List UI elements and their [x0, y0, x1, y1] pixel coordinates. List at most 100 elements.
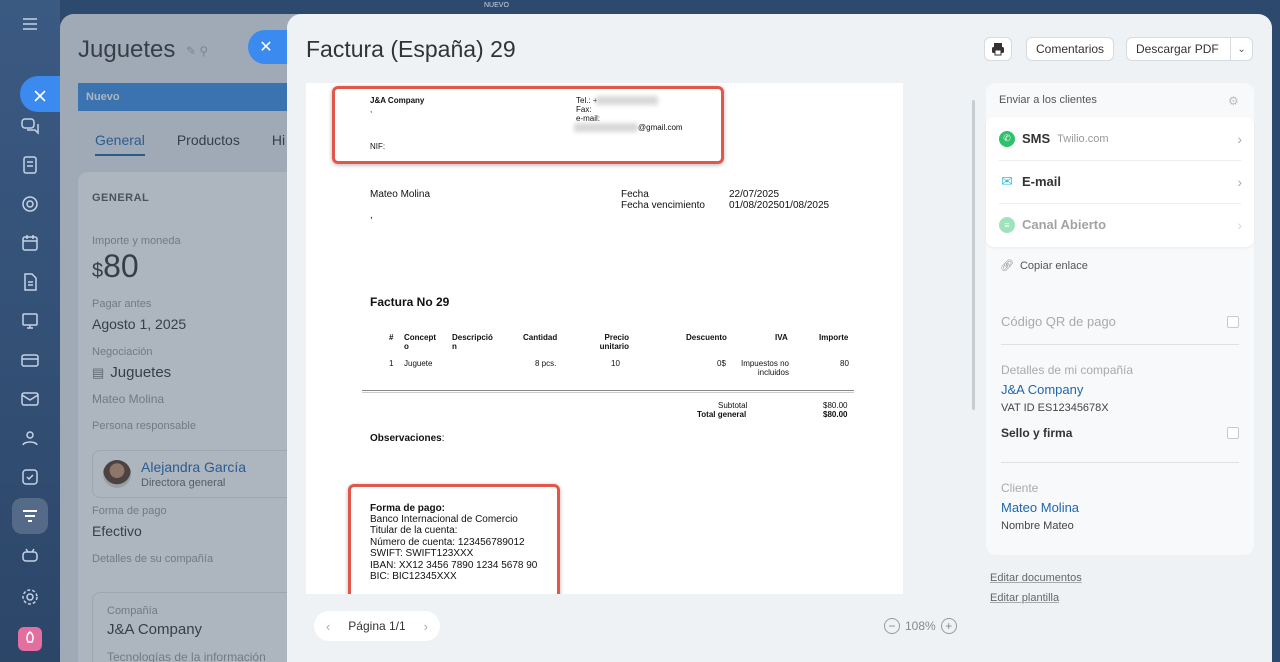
table-divider	[362, 390, 854, 391]
card-icon[interactable]	[18, 348, 42, 372]
copy-link-label: Copiar enlace	[1019, 259, 1088, 272]
rocket-icon[interactable]	[18, 627, 42, 651]
total-value: $80.00	[823, 410, 848, 419]
send-to-clients-card: Enviar a los clientes ⚙ ✆ SMS Twilio.com…	[986, 83, 1254, 313]
robot-icon[interactable]	[18, 543, 42, 567]
whatsapp-icon: ✆	[999, 130, 1015, 147]
rail-close-icon[interactable]	[28, 84, 52, 108]
send-email[interactable]: ✉ E-mail ›	[986, 160, 1254, 203]
doc-heading: Factura No 29	[370, 295, 450, 309]
doc-date: 22/07/2025	[729, 189, 780, 200]
calendar-icon[interactable]	[18, 231, 42, 255]
print-button[interactable]	[984, 37, 1012, 61]
boards-icon[interactable]	[18, 309, 42, 333]
link-icon: 🔗︎	[1000, 260, 1014, 272]
col-quantity: Cantidad	[523, 333, 558, 342]
col-description: Descripció n	[452, 333, 493, 351]
sms-label: SMS	[1022, 131, 1051, 146]
crm-funnel-icon[interactable]	[18, 504, 42, 528]
col-unit-price: Precio unitario	[599, 333, 629, 351]
stamp-checkbox[interactable]	[1227, 427, 1239, 439]
download-pdf-button[interactable]: Descargar PDF ⌄	[1126, 37, 1253, 61]
cell-vat: Impuestos no incluidos	[740, 359, 789, 377]
col-vat: IVA	[775, 333, 788, 342]
envelope-icon: ✉	[1001, 173, 1013, 189]
groups-icon[interactable]	[18, 192, 42, 216]
zoom-level: 108%	[905, 619, 936, 633]
prev-page-icon[interactable]: ‹	[326, 619, 330, 634]
cell-qty: 8 pcs.	[535, 359, 557, 368]
document-options-card: Código QR de pago Detalles de mi compañí…	[986, 299, 1254, 555]
email-label: E-mail	[1022, 174, 1062, 189]
send-channels: ✆ SMS Twilio.com › ✉ E-mail › ≡ Canal Ab…	[986, 117, 1254, 247]
edit-documents-link[interactable]: Editar documentos	[990, 572, 1082, 584]
send-sms[interactable]: ✆ SMS Twilio.com ›	[986, 117, 1254, 160]
doc-client-comma: ,	[370, 210, 373, 221]
page-navigator: ‹ Página 1/1 ›	[314, 611, 440, 641]
notes-label-text: Observaciones	[370, 433, 442, 444]
cell-price: 10	[611, 359, 620, 368]
mail-icon[interactable]	[18, 387, 42, 411]
highlight-payment-box	[348, 484, 560, 594]
doc-date-label: Fecha	[621, 189, 649, 200]
col-amount: Importe	[819, 333, 849, 342]
menu-icon[interactable]	[18, 12, 42, 36]
client-label: Cliente	[1001, 481, 1039, 495]
cell-amount: 80	[840, 359, 849, 368]
col-discount: Descuento	[686, 333, 727, 342]
preview-scrollbar[interactable]	[972, 100, 975, 410]
next-page-icon[interactable]: ›	[424, 619, 428, 634]
doc-due-label: Fecha vencimiento	[621, 200, 705, 211]
subtotal-label: Subtotal	[718, 401, 748, 410]
doc-due: 01/08/202501/08/2025	[729, 200, 830, 211]
settings-icon[interactable]	[18, 585, 42, 609]
client-link[interactable]: Mateo Molina	[1001, 500, 1079, 515]
chat-icon[interactable]	[18, 114, 42, 138]
send-heading: Enviar a los clientes	[999, 94, 1097, 106]
chevron-down-icon[interactable]: ⌄	[1230, 38, 1252, 60]
comments-button[interactable]: Comentarios	[1026, 37, 1115, 61]
zoom-control: − 108% +	[884, 618, 957, 634]
copy-link[interactable]: 🔗︎ Copiar enlace	[1000, 259, 1088, 273]
qr-checkbox[interactable]	[1227, 316, 1239, 328]
qr-label: Código QR de pago	[1001, 314, 1116, 329]
download-pdf-label: Descargar PDF	[1136, 42, 1219, 56]
printer-icon	[992, 43, 1004, 56]
vat-id: VAT ID ES12345678X	[1001, 402, 1109, 414]
invoice-preview: J&A Company , Tel.: + Fax: e-mail: @gmai…	[306, 83, 903, 594]
page-title: Factura (España) 29	[306, 36, 516, 62]
invoice-slider: Factura (España) 29 Comentarios Descarga…	[287, 14, 1272, 662]
divider	[1001, 344, 1239, 345]
notes-colon: :	[441, 433, 445, 444]
doc-client: Mateo Molina	[370, 189, 431, 200]
close-icon: ✕	[259, 39, 273, 56]
highlight-company-box	[332, 86, 724, 164]
send-open-channel[interactable]: ≡ Canal Abierto ›	[986, 203, 1254, 246]
chevron-right-icon: ›	[1237, 130, 1242, 147]
col-number: #	[389, 333, 394, 342]
gear-icon[interactable]: ⚙	[1228, 94, 1239, 108]
feed-icon[interactable]	[18, 153, 42, 177]
open-channel-icon: ≡	[999, 216, 1015, 233]
cell-number: 1	[389, 359, 394, 368]
notes-label: Observaciones:	[370, 433, 445, 444]
my-company-link[interactable]: J&A Company	[1001, 382, 1083, 397]
subtotal-value: $80.00	[823, 401, 848, 410]
tasks-icon[interactable]	[18, 465, 42, 489]
client-name: Nombre Mateo	[1001, 520, 1074, 532]
edit-template-link[interactable]: Editar plantilla	[990, 592, 1059, 604]
page-indicator: Página 1/1	[348, 619, 406, 633]
contacts-icon[interactable]	[18, 426, 42, 450]
total-label: Total general	[697, 410, 747, 419]
zoom-in-icon[interactable]: +	[940, 618, 957, 634]
cell-discount: 0$	[717, 359, 726, 368]
sms-provider: Twilio.com	[1057, 132, 1109, 145]
documents-icon[interactable]	[18, 270, 42, 294]
col-concept: Concept o	[404, 333, 436, 351]
stamp-label: Sello y firma	[1001, 426, 1073, 440]
close-button[interactable]: ✕	[248, 30, 288, 64]
my-company-label: Detalles de mi compañía	[1001, 363, 1134, 377]
cell-concept: Juguete	[404, 359, 433, 368]
zoom-out-icon[interactable]: −	[884, 618, 900, 634]
top-label: NUEVO	[484, 2, 509, 9]
